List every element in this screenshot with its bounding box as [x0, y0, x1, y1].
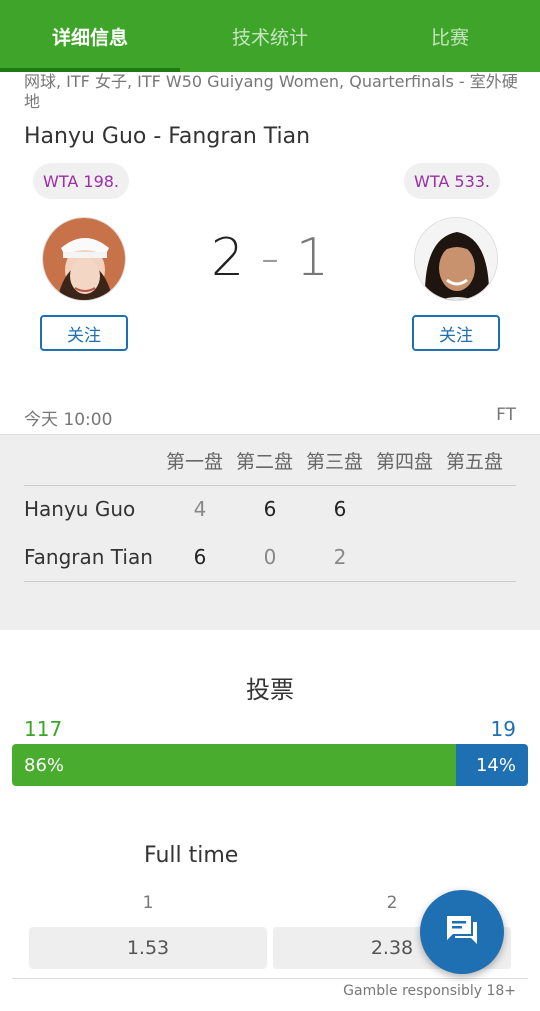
- tab-statistics[interactable]: 技术统计: [180, 0, 360, 72]
- player-name: Hanyu Guo: [24, 497, 136, 521]
- set-score: 6: [263, 497, 277, 521]
- match-title: Hanyu Guo - Fangran Tian: [24, 124, 311, 149]
- odds-home-value: 1.53: [126, 937, 170, 959]
- match-meta: 网球, ITF 女子, ITF W50 Guiyang Women, Quart…: [24, 72, 518, 111]
- odds-title: Full time: [144, 843, 239, 868]
- set-header: 第五盘: [446, 451, 504, 473]
- vote-bar[interactable]: 86% 14%: [12, 744, 528, 786]
- set-header: 第三盘: [306, 451, 364, 473]
- odds-home-button[interactable]: 1.53: [29, 927, 267, 969]
- match-status: FT: [496, 405, 516, 425]
- home-vote-segment[interactable]: 86%: [12, 744, 456, 786]
- set-header: 第四盘: [376, 451, 434, 473]
- score-separator: -: [260, 228, 280, 288]
- set-score: 4: [193, 497, 207, 521]
- tab-bar: 详细信息 技术统计 比赛: [0, 0, 540, 72]
- gamble-disclaimer: Gamble responsibly 18+: [343, 983, 516, 999]
- away-vote-percent: 14%: [475, 754, 516, 776]
- away-vote-count: 19: [490, 717, 516, 741]
- set-header: 第一盘: [166, 451, 224, 473]
- follow-home-button[interactable]: 关注: [40, 315, 128, 351]
- odds-label-away: 2: [386, 893, 398, 913]
- odds-label-home: 1: [142, 893, 154, 913]
- set-header: 第二盘: [236, 451, 294, 473]
- tab-details[interactable]: 详细信息: [0, 0, 180, 72]
- away-rank-badge: WTA 533.: [404, 163, 501, 199]
- set-score: 0: [263, 545, 277, 569]
- odds-away-value: 2.38: [370, 937, 414, 959]
- follow-away-button[interactable]: 关注: [412, 315, 500, 351]
- away-score: 1: [295, 228, 329, 288]
- set-scores-table: 第一盘 第二盘 第三盘 第四盘 第五盘 Hanyu Guo 4 6 6 Fang…: [0, 434, 540, 630]
- divider: [24, 581, 516, 582]
- set-headers: 第一盘 第二盘 第三盘 第四盘 第五盘: [166, 447, 516, 474]
- home-vote-count: 117: [24, 717, 63, 741]
- chat-button[interactable]: [420, 890, 504, 974]
- set-score: 2: [333, 545, 347, 569]
- away-player-avatar[interactable]: [414, 217, 498, 301]
- match-score: 2 - 1: [200, 228, 340, 288]
- home-vote-percent: 86%: [24, 754, 65, 776]
- home-score: 2: [210, 228, 245, 288]
- home-rank-badge: WTA 198.: [33, 163, 130, 199]
- divider: [12, 978, 528, 979]
- table-row: Fangran Tian 6 0 2: [24, 545, 516, 575]
- match-time: 今天 10:00: [24, 410, 113, 430]
- player-name: Fangran Tian: [24, 545, 153, 569]
- chat-icon: [445, 914, 479, 950]
- tab-matches[interactable]: 比赛: [360, 0, 540, 72]
- away-vote-segment[interactable]: 14%: [455, 744, 528, 786]
- set-score: 6: [333, 497, 347, 521]
- vote-title: 投票: [246, 676, 294, 704]
- home-player-avatar[interactable]: [42, 217, 126, 301]
- table-row: Hanyu Guo 4 6 6: [24, 497, 516, 527]
- divider: [24, 485, 516, 486]
- set-score: 6: [193, 545, 207, 569]
